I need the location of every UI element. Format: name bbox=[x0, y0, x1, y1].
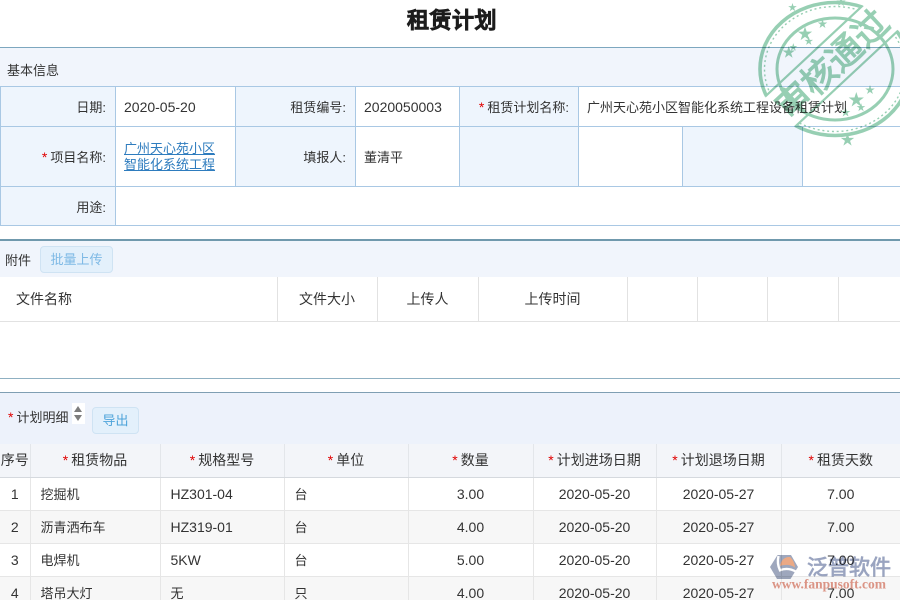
svg-text:www.fanpusoft.com: www.fanpusoft.com bbox=[772, 577, 887, 592]
svg-text:审核通过: 审核通过 bbox=[768, 3, 897, 127]
